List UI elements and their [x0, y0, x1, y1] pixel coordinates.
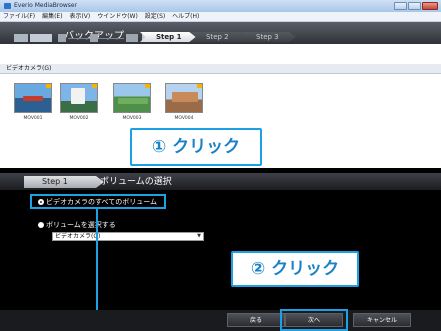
thumbnail-mov004[interactable] [165, 83, 203, 113]
cancel-button[interactable]: キャンセル [353, 313, 411, 327]
menu-settings[interactable]: 設定(S) [145, 13, 166, 20]
menu-file[interactable]: ファイル(F) [3, 13, 35, 20]
callout-click-1: ① クリック [130, 128, 262, 166]
thumbnail-label: MOV001 [23, 116, 43, 121]
app-icon [4, 3, 11, 9]
maximize-icon[interactable] [408, 2, 421, 10]
title-bar: Everio MediaBrowser [0, 0, 441, 12]
boat-icon [23, 96, 43, 101]
tab-step-2[interactable]: Step 2 [190, 32, 246, 42]
callout-click-2: ② クリック [231, 251, 359, 287]
menu-bar: ファイル(F) 編集(E) 表示(V) ウインドウ(W) 設定(S) ヘルプ(H… [0, 12, 441, 22]
option-all-volumes-label: ビデオカメラのすべてのボリューム [46, 198, 158, 206]
option-all-volumes[interactable]: ビデオカメラのすべてのボリューム [38, 197, 157, 207]
thumbnail-label: MOV004 [174, 116, 194, 121]
chevron-down-icon: ▼ [197, 233, 201, 239]
house-icon [172, 92, 198, 102]
volume-select-value: ビデオカメラ(G) [55, 233, 101, 240]
field-icon [118, 98, 148, 104]
new-badge [46, 84, 51, 88]
pc-icon [14, 34, 28, 42]
volume-panel [0, 168, 441, 331]
monitor-icon [30, 34, 52, 42]
disc-icon [126, 34, 138, 42]
new-badge [92, 84, 97, 88]
window-title: Everio MediaBrowser [14, 2, 78, 9]
camera-icon [58, 34, 66, 42]
menu-edit[interactable]: 編集(E) [42, 13, 62, 20]
close-icon[interactable] [422, 2, 438, 10]
option-select-volume-label: ボリュームを選択する [46, 221, 116, 229]
window-controls [394, 2, 438, 10]
radio-checked-icon [38, 199, 44, 205]
menu-window[interactable]: ウインドウ(W) [97, 13, 138, 20]
radio-icon [38, 222, 44, 228]
new-badge [145, 84, 150, 88]
building-icon [71, 88, 85, 104]
volume-header: Step 1 ボリュームの選択 [0, 173, 441, 190]
step-bar: バックアップ Step 1 Step 2 Step 3 [0, 22, 441, 44]
thumbnail-label: MOV002 [69, 116, 89, 121]
camera-icon [90, 34, 98, 42]
volume-title: ボリュームの選択 [100, 177, 172, 187]
back-button[interactable]: 戻る [227, 313, 285, 327]
thumbnail-mov003[interactable] [113, 83, 151, 113]
camera-header: ビデオカメラ(G) [0, 64, 441, 74]
volume-select[interactable]: ビデオカメラ(G) ▼ [52, 232, 204, 241]
next-button[interactable]: 次へ [285, 313, 343, 327]
new-badge [197, 84, 202, 88]
volume-step-label: Step 1 [24, 176, 104, 188]
menu-view[interactable]: 表示(V) [69, 13, 90, 20]
thumbnail-mov001[interactable] [14, 83, 52, 113]
thumbnail-mov002[interactable] [60, 83, 98, 113]
menu-help[interactable]: ヘルプ(H) [172, 13, 199, 20]
thumbnail-label: MOV003 [122, 116, 142, 121]
tab-step-1[interactable]: Step 1 [140, 32, 196, 42]
minimize-icon[interactable] [394, 2, 407, 10]
tab-step-3[interactable]: Step 3 [240, 32, 296, 42]
option-select-volume[interactable]: ボリュームを選択する [38, 220, 116, 230]
